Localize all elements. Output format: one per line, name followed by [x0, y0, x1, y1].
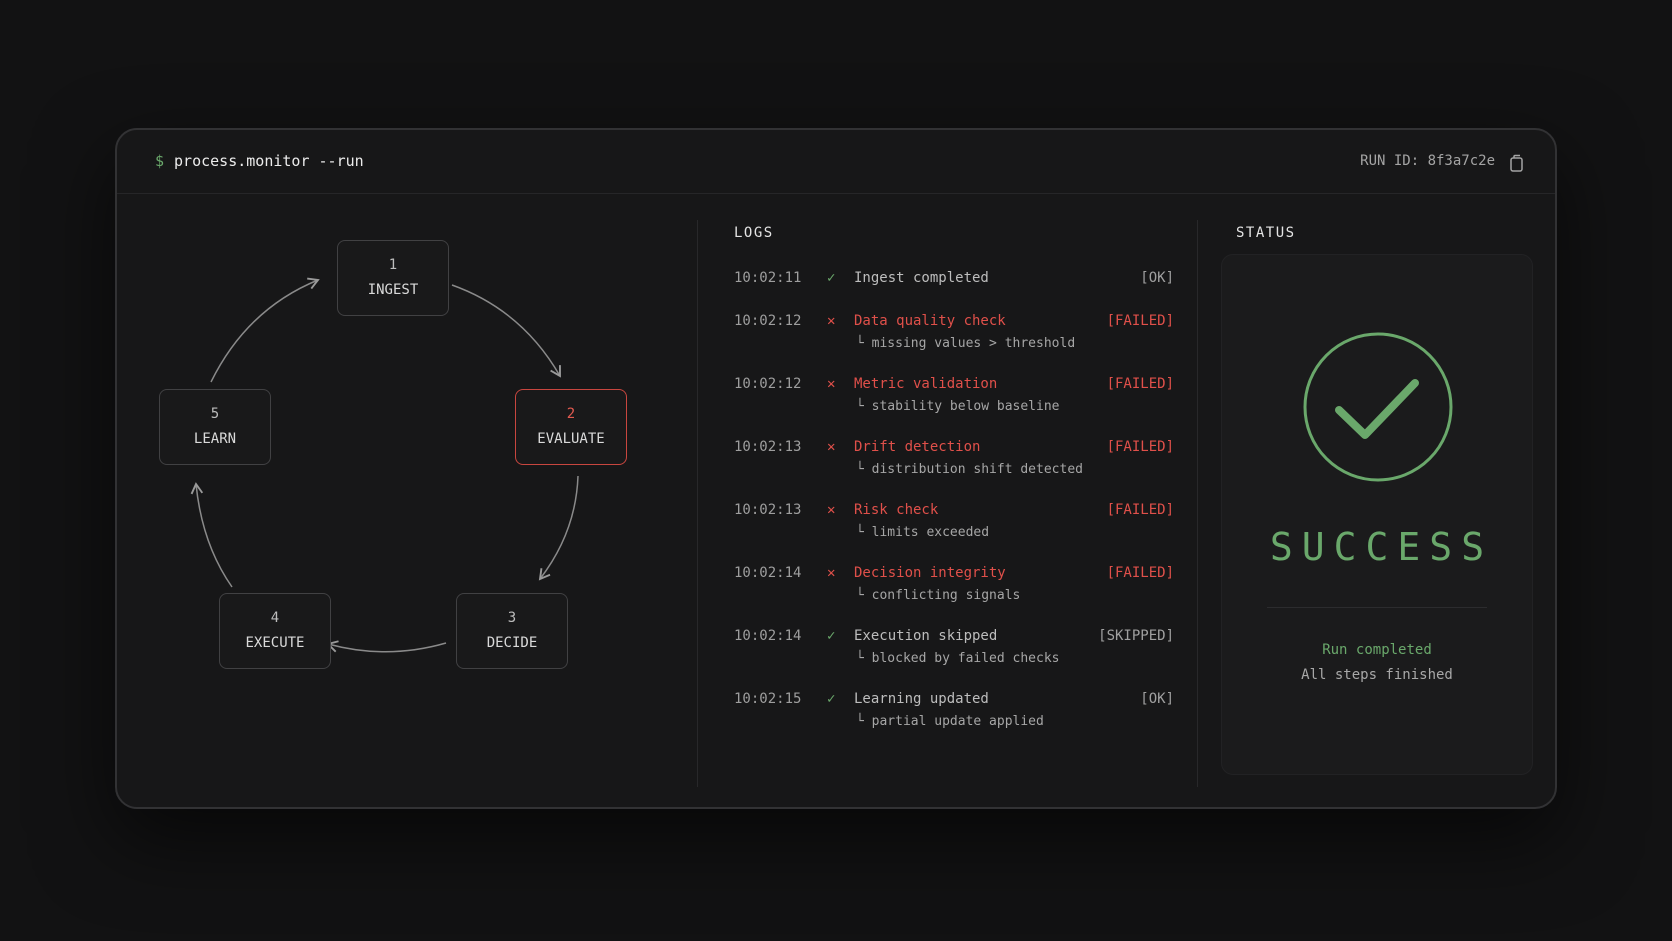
- step-learn[interactable]: 5 LEARN: [159, 389, 271, 465]
- log-entry: 10:02:14 ✕ Decision integrity [FAILED] └…: [734, 565, 1174, 617]
- check-icon: ✓: [827, 270, 836, 286]
- log-message: Ingest completed: [854, 270, 989, 286]
- log-detail: └ distribution shift detected: [856, 462, 1083, 477]
- log-status-tag: [FAILED]: [1106, 376, 1174, 392]
- status-divider: [1267, 607, 1487, 608]
- status-card: SUCCESS Run completed All steps finished: [1221, 254, 1533, 775]
- step-ingest[interactable]: 1 INGEST: [337, 240, 449, 316]
- log-message: Execution skipped: [854, 628, 998, 644]
- log-message: Data quality check: [854, 313, 1006, 329]
- check-icon: ✓: [827, 691, 836, 707]
- status-line-2: All steps finished: [1301, 667, 1453, 683]
- check-icon: ✓: [827, 628, 836, 644]
- arrow-evaluate-decide: [538, 475, 579, 581]
- log-time: 10:02:12: [734, 376, 802, 392]
- log-status-tag: [FAILED]: [1106, 565, 1174, 581]
- status-line-1: Run completed: [1322, 642, 1432, 658]
- log-message: Decision integrity: [854, 565, 1006, 581]
- log-time: 10:02:12: [734, 313, 802, 329]
- command-line: $ process.monitor --run: [155, 152, 364, 170]
- step-number: 3: [507, 610, 517, 626]
- arrow-execute-learn: [190, 482, 233, 588]
- x-icon: ✕: [827, 565, 836, 581]
- step-label: INGEST: [367, 282, 419, 298]
- log-status-tag: [OK]: [1140, 691, 1174, 707]
- log-detail: └ limits exceeded: [856, 525, 990, 540]
- log-entry: 10:02:12 ✕ Metric validation [FAILED] └ …: [734, 376, 1174, 428]
- log-status-tag: [SKIPPED]: [1098, 628, 1174, 644]
- log-detail: └ stability below baseline: [856, 399, 1060, 414]
- title-bar: $ process.monitor --run RUN ID: 8f3a7c2e: [117, 130, 1555, 194]
- log-time: 10:02:11: [734, 270, 802, 286]
- log-message: Learning updated: [854, 691, 989, 707]
- process-flow-diagram: 1 INGEST 2 EVALUATE 3 DECIDE 4 EXECUTE 5…: [117, 194, 697, 809]
- arrow-learn-ingest: [210, 277, 320, 383]
- step-label: LEARN: [193, 431, 237, 447]
- step-execute[interactable]: 4 EXECUTE: [219, 593, 331, 669]
- step-label: DECIDE: [486, 635, 538, 651]
- x-icon: ✕: [827, 376, 836, 392]
- log-time: 10:02:13: [734, 439, 802, 455]
- status-title: STATUS: [1236, 225, 1296, 241]
- step-number: 4: [270, 610, 280, 626]
- step-label: EVALUATE: [537, 431, 605, 447]
- log-message: Metric validation: [854, 376, 998, 392]
- process-monitor-window: $ process.monitor --run RUN ID: 8f3a7c2e: [115, 128, 1557, 809]
- status-result: SUCCESS: [1269, 525, 1494, 569]
- step-decide[interactable]: 3 DECIDE: [456, 593, 568, 669]
- step-evaluate[interactable]: 2 EVALUATE: [515, 389, 627, 465]
- x-icon: ✕: [827, 502, 836, 518]
- arrow-ingest-evaluate: [451, 284, 561, 378]
- log-detail: └ partial update applied: [856, 714, 1044, 729]
- log-time: 10:02:14: [734, 565, 802, 581]
- arrow-decide-execute: [326, 640, 447, 653]
- step-number: 2: [566, 406, 576, 422]
- step-number: 5: [210, 406, 220, 422]
- divider-right: [1197, 220, 1198, 787]
- log-detail: └ blocked by failed checks: [856, 651, 1060, 666]
- command-text: process.monitor --run: [174, 152, 364, 170]
- log-time: 10:02:14: [734, 628, 802, 644]
- log-entry: 10:02:13 ✕ Risk check [FAILED] └ limits …: [734, 502, 1174, 554]
- run-id: RUN ID: 8f3a7c2e: [1360, 153, 1495, 169]
- log-detail: └ conflicting signals: [856, 588, 1021, 603]
- log-detail: └ missing values > threshold: [856, 336, 1076, 351]
- log-status-tag: [FAILED]: [1106, 502, 1174, 518]
- step-number: 1: [388, 257, 398, 273]
- log-time: 10:02:15: [734, 691, 802, 707]
- logs-title: LOGS: [734, 225, 774, 241]
- log-entry: 10:02:13 ✕ Drift detection [FAILED] └ di…: [734, 439, 1174, 491]
- prompt-symbol: $: [155, 152, 165, 170]
- copy-icon[interactable]: [1507, 153, 1527, 173]
- log-message: Drift detection: [854, 439, 981, 455]
- x-icon: ✕: [827, 439, 836, 455]
- log-status-tag: [FAILED]: [1106, 313, 1174, 329]
- x-icon: ✕: [827, 313, 836, 329]
- log-entry: 10:02:15 ✓ Learning updated [OK] └ parti…: [734, 691, 1174, 743]
- step-label: EXECUTE: [245, 635, 305, 651]
- log-message: Risk check: [854, 502, 939, 518]
- log-entry: 10:02:14 ✓ Execution skipped [SKIPPED] └…: [734, 628, 1174, 680]
- log-entry: 10:02:12 ✕ Data quality check [FAILED] └…: [734, 313, 1174, 365]
- log-time: 10:02:13: [734, 502, 802, 518]
- success-check-icon: [1303, 332, 1453, 482]
- log-status-tag: [FAILED]: [1106, 439, 1174, 455]
- divider-left: [697, 220, 698, 787]
- log-status-tag: [OK]: [1140, 270, 1174, 286]
